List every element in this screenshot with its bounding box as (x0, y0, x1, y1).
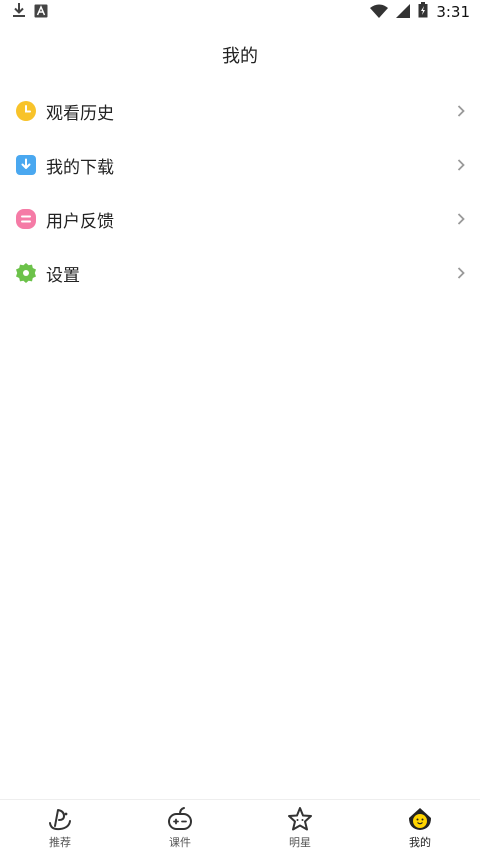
menu-item-label: 观看历史 (46, 103, 114, 124)
menu-item-label: 用户反馈 (46, 211, 114, 232)
menu-item-settings[interactable]: 设置 (0, 246, 480, 300)
menu-item-my-downloads[interactable]: 我的下载 (0, 138, 480, 192)
recommend-icon (47, 806, 73, 832)
menu-item-watch-history[interactable]: 观看历史 (0, 84, 480, 138)
wifi-icon (370, 3, 389, 22)
chevron-right-icon (454, 104, 468, 118)
battery-charging-icon (418, 2, 428, 22)
clock-icon (16, 101, 36, 121)
status-time: 3:31 (436, 3, 470, 21)
star-icon (287, 806, 313, 832)
bottom-nav: 推荐 课件 明星 我的 (0, 799, 480, 855)
a-notification-icon (34, 3, 48, 22)
mine-icon (407, 806, 433, 832)
chevron-right-icon (454, 266, 468, 280)
chevron-right-icon (454, 158, 468, 172)
nav-label: 我的 (409, 836, 431, 849)
feedback-icon (16, 209, 36, 229)
nav-label: 明星 (289, 836, 311, 849)
menu-item-label: 设置 (46, 265, 80, 286)
menu-item-label: 我的下载 (46, 157, 114, 178)
menu-item-user-feedback[interactable]: 用户反馈 (0, 192, 480, 246)
page-title: 我的 (222, 46, 258, 67)
status-right: 3:31 (370, 2, 470, 22)
courseware-icon (167, 806, 193, 832)
signal-icon (396, 3, 411, 22)
download-icon (12, 2, 26, 22)
nav-label: 课件 (169, 836, 191, 849)
settings-gear-icon (16, 263, 36, 283)
nav-label: 推荐 (49, 836, 71, 849)
menu-list: 观看历史 我的下载 用户反馈 设置 (0, 84, 480, 300)
nav-tab-courseware[interactable]: 课件 (120, 800, 240, 855)
download-box-icon (16, 155, 36, 175)
nav-tab-stars[interactable]: 明星 (240, 800, 360, 855)
status-bar: 3:31 (0, 0, 480, 24)
chevron-right-icon (454, 212, 468, 226)
nav-tab-mine[interactable]: 我的 (360, 800, 480, 855)
nav-tab-recommend[interactable]: 推荐 (0, 800, 120, 855)
status-left (12, 2, 48, 22)
